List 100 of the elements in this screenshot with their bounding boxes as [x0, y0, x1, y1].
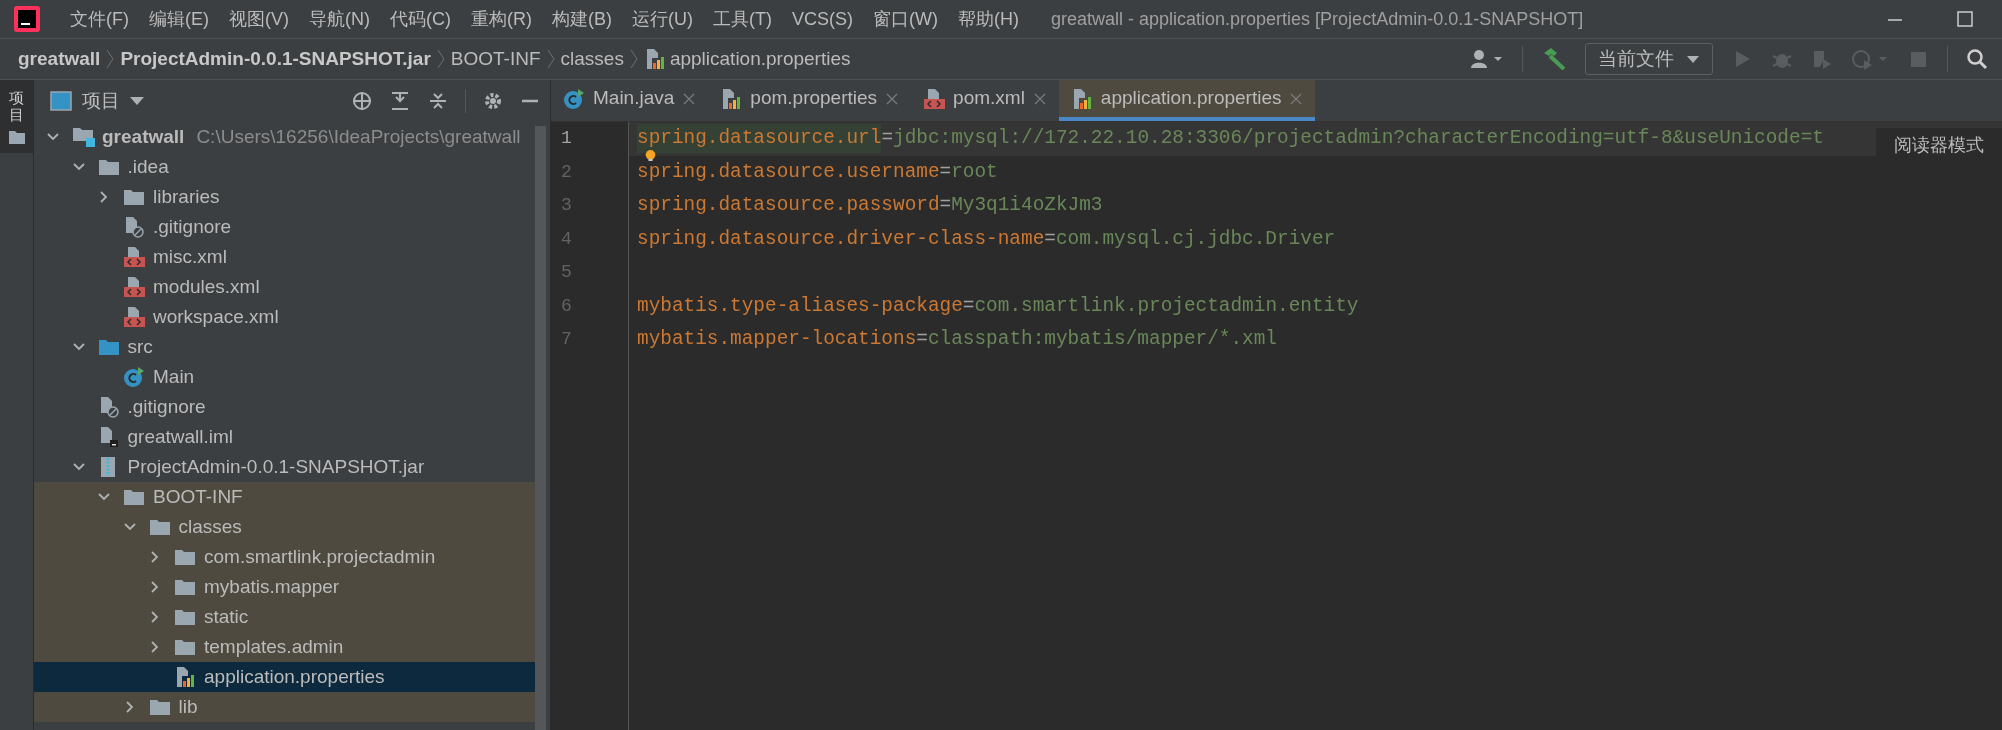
menu-item[interactable]: 帮助(H): [957, 5, 1019, 33]
property-key: spring.datasource.username: [637, 157, 940, 187]
tree-item-label: misc.xml: [153, 244, 227, 269]
tree-item-label: .gitignore: [153, 214, 232, 239]
tree-item[interactable]: src: [34, 332, 535, 362]
line-number: 4: [560, 227, 573, 251]
menu-item[interactable]: 构建(B): [552, 5, 612, 33]
tree-item-label: classes: [178, 514, 242, 539]
module-folder-icon: [72, 126, 96, 148]
breadcrumb-item[interactable]: greatwall: [18, 44, 101, 74]
property-key: mybatis.mapper-locations: [637, 325, 917, 355]
tree-item-label: .idea: [127, 154, 169, 179]
menu-item[interactable]: 代码(C): [390, 5, 451, 33]
menu-item[interactable]: 视图(V): [229, 5, 289, 33]
tree-item[interactable]: .gitignore: [34, 212, 535, 242]
xml-file-icon: [123, 246, 145, 268]
folder-icon: [148, 518, 171, 536]
menu-item[interactable]: 运行(U): [632, 5, 693, 33]
caret-icon: [1686, 54, 1700, 64]
editor-tab[interactable]: Main.java: [551, 80, 709, 121]
line-number: 2: [560, 160, 573, 184]
tree-item-label: templates.admin: [204, 634, 344, 659]
tree-item[interactable]: classes: [34, 512, 535, 542]
tree-item[interactable]: lib: [34, 692, 535, 722]
tree-item-label: mybatis.mapper: [204, 574, 340, 599]
breadcrumb-item[interactable]: BOOT-INF: [450, 44, 541, 74]
property-key: mybatis.type-aliases-package: [637, 291, 963, 321]
tree-item-label: ProjectAdmin-0.0.1-SNAPSHOT.jar: [127, 454, 425, 479]
tree-item[interactable]: ProjectAdmin-0.0.1-SNAPSHOT.jar: [34, 452, 535, 482]
tree-item[interactable]: templates.admin: [34, 632, 535, 662]
class-icon: [123, 366, 145, 388]
menu-item[interactable]: 工具(T): [713, 5, 772, 33]
menu-item[interactable]: 导航(N): [309, 5, 370, 33]
menu-item[interactable]: 重构(R): [471, 5, 532, 33]
project-view-icon: [50, 91, 72, 111]
breadcrumb-item[interactable]: classes: [560, 44, 624, 74]
tree-item[interactable]: .idea: [34, 152, 535, 182]
user-icon[interactable]: [1470, 48, 1504, 70]
tree-item-label: .gitignore: [127, 394, 206, 419]
tree-item[interactable]: .gitignore: [34, 392, 535, 422]
tree-item[interactable]: libraries: [34, 182, 535, 212]
tree-item[interactable]: com.smartlink.projectadmin: [34, 542, 535, 572]
locate-icon[interactable]: [351, 90, 373, 112]
tree-item-label: static: [204, 604, 249, 629]
tab-label: Main.java: [593, 86, 675, 111]
expand-all-icon[interactable]: [389, 90, 411, 112]
window-title: greatwall - application.properties [ProjectAdmin-0.0.1-SNAPSHOT]: [1050, 7, 1584, 31]
close-icon[interactable]: [1032, 91, 1047, 106]
menu-item[interactable]: 窗口(W): [873, 5, 938, 33]
search-icon[interactable]: [1966, 48, 1988, 70]
scrollbar[interactable]: [535, 126, 546, 730]
editor-tab[interactable]: pom.properties: [708, 80, 912, 121]
property-value: My3q1i4oZkJm3: [951, 193, 1103, 219]
folder-icon: [123, 188, 145, 206]
tree-item-label: greatwall: [102, 124, 185, 149]
line-number: 1: [560, 127, 573, 150]
tree-item-label: modules.xml: [153, 274, 260, 299]
equals-sign: =: [939, 159, 952, 185]
settings-icon[interactable]: [482, 90, 504, 112]
ignore-file-icon: [123, 216, 145, 238]
tree-item-label: greatwall.iml: [127, 424, 234, 449]
breadcrumb-item[interactable]: application.properties: [669, 44, 851, 74]
property-value: root: [951, 159, 998, 185]
tree-item[interactable]: static: [34, 602, 535, 632]
menu-item[interactable]: 编辑(E): [149, 5, 209, 33]
lightbulb-icon[interactable]: [645, 150, 656, 161]
tree-item[interactable]: BOOT-INF: [34, 482, 535, 512]
close-icon[interactable]: [885, 91, 900, 106]
run-configuration-dropdown[interactable]: 当前文件: [1585, 43, 1713, 75]
tree-item[interactable]: application.properties: [34, 662, 535, 692]
line-number: 5: [560, 261, 573, 284]
tree-item-label: com.smartlink.projectadmin: [204, 544, 436, 569]
tab-label: pom.properties: [750, 86, 878, 111]
folder-icon: [174, 638, 196, 656]
close-icon[interactable]: [682, 91, 697, 106]
equals-sign: =: [881, 126, 893, 152]
breadcrumb-item[interactable]: ProjectAdmin-0.0.1-SNAPSHOT.jar: [120, 44, 431, 74]
xml-file-icon: [123, 276, 145, 298]
tree-item[interactable]: modules.xml: [34, 272, 535, 302]
menu-item[interactable]: VCS(S): [791, 5, 853, 33]
editor-tab[interactable]: pom.xml: [911, 80, 1059, 121]
property-key: spring.datasource.password: [637, 191, 940, 221]
tree-item[interactable]: greatwall.iml: [34, 422, 535, 452]
menu-item[interactable]: 文件(F): [70, 5, 129, 33]
tree-item[interactable]: greatwall C:\Users\16256\IdeaProjects\greatwall: [34, 122, 535, 152]
xml-file-icon: [923, 87, 946, 110]
tree-item[interactable]: Main: [34, 362, 535, 392]
folder-icon[interactable]: [7, 129, 26, 145]
maximize-button[interactable]: [1956, 10, 1974, 28]
folder-icon: [123, 488, 145, 506]
line-number: 6: [560, 294, 573, 318]
tree-item[interactable]: workspace.xml: [34, 302, 535, 332]
folder-icon: [174, 548, 196, 566]
tree-item-label: lib: [178, 694, 198, 719]
folder-icon: [148, 698, 171, 716]
editor-tab[interactable]: application.properties: [1058, 80, 1316, 121]
tree-item[interactable]: mybatis.mapper: [34, 572, 535, 602]
tree-item-path: C:\Users\16256\IdeaProjects\greatwall: [196, 124, 521, 149]
property-value: com.smartlink.projectadmin.entity: [974, 293, 1359, 319]
tree-item[interactable]: misc.xml: [34, 242, 535, 272]
